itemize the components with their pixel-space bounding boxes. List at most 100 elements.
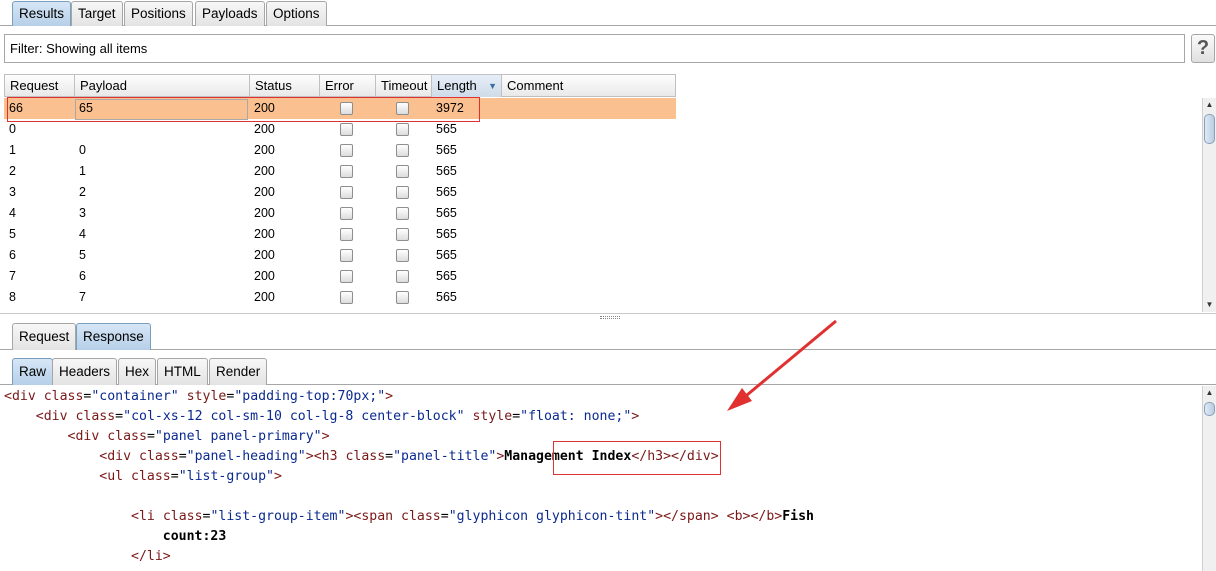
- column-header-comment[interactable]: Comment: [502, 75, 677, 97]
- code-line: <ul class="list-group">: [4, 467, 282, 487]
- tab-results[interactable]: Results: [12, 1, 72, 26]
- code-line: <div class="container" style="padding-to…: [4, 387, 393, 407]
- tab-payloads[interactable]: Payloads: [195, 1, 265, 26]
- cell-status: 200: [254, 227, 275, 241]
- code-token: <li: [131, 509, 163, 524]
- code-token: >: [273, 469, 282, 484]
- table-row[interactable]: 5 4 200 565: [4, 224, 676, 245]
- code-token: class: [401, 509, 441, 524]
- cell-payload: 0: [79, 143, 86, 157]
- scroll-down-arrow-icon[interactable]: ▼: [1203, 298, 1216, 312]
- cell-status: 200: [254, 206, 275, 220]
- tab-html[interactable]: HTML: [157, 358, 208, 385]
- code-token: "container": [91, 389, 179, 404]
- code-token: >: [385, 389, 394, 404]
- checkbox-timeout: [396, 228, 409, 241]
- tab-hex[interactable]: Hex: [118, 358, 157, 385]
- checkbox-error: [340, 291, 353, 304]
- cell-length: 3972: [436, 101, 464, 115]
- code-token: =: [170, 469, 179, 484]
- tab-raw[interactable]: Raw: [12, 358, 54, 385]
- code-token: style: [186, 389, 227, 404]
- code-token: "list-group": [178, 469, 274, 484]
- cell-status: 200: [254, 164, 275, 178]
- cell-status: 200: [254, 185, 275, 199]
- code-line: </li>: [4, 547, 171, 567]
- column-header-request[interactable]: Request: [5, 75, 75, 97]
- cell-status: 200: [254, 269, 275, 283]
- tab-headers[interactable]: Headers: [52, 358, 118, 385]
- code-token: >: [655, 509, 664, 524]
- scroll-up-arrow-icon[interactable]: ▲: [1203, 98, 1216, 112]
- table-row[interactable]: 66 65 200 3972: [4, 98, 676, 119]
- tab-options[interactable]: Options: [266, 1, 327, 26]
- table-row[interactable]: 0 200 565: [4, 119, 676, 140]
- code-token: =: [385, 449, 394, 464]
- code-line: count:23: [4, 527, 227, 547]
- code-token: class: [345, 449, 386, 464]
- table-row[interactable]: 2 1 200 565: [4, 161, 676, 182]
- checkbox-error: [340, 270, 353, 283]
- tab-positions[interactable]: Positions: [124, 1, 193, 26]
- response-vertical-scrollbar[interactable]: ▲: [1202, 386, 1216, 571]
- tab-request[interactable]: Request: [12, 323, 77, 350]
- code-token: Management Index: [504, 449, 632, 464]
- cell-payload: 2: [79, 185, 86, 199]
- table-row[interactable]: 1 0 200 565: [4, 140, 676, 161]
- table-row[interactable]: 8 7 200 565: [4, 287, 676, 308]
- cell-status: 200: [254, 290, 275, 304]
- view-tab-bar: Raw Headers Hex HTML Render: [0, 357, 1216, 385]
- cell-payload: 7: [79, 290, 86, 304]
- column-header-payload[interactable]: Payload: [75, 75, 250, 97]
- cell-request: 4: [9, 206, 16, 220]
- checkbox-error: [340, 123, 353, 136]
- code-token: Fish: [782, 509, 814, 524]
- tab-target[interactable]: Target: [71, 1, 123, 26]
- cell-request: 3: [9, 185, 16, 199]
- code-token: </h3>: [631, 449, 672, 464]
- code-line: <div class="col-xs-12 col-sm-10 col-lg-8…: [4, 407, 639, 427]
- table-row[interactable]: 6 5 200 565: [4, 245, 676, 266]
- filter-bar[interactable]: Filter: Showing all items: [4, 34, 1185, 63]
- table-row[interactable]: 4 3 200 565: [4, 203, 676, 224]
- code-token: =: [115, 409, 124, 424]
- code-token: <b>: [726, 509, 751, 524]
- code-token: class: [75, 409, 116, 424]
- cell-payload: 5: [79, 248, 86, 262]
- response-raw-viewer[interactable]: <div class="container" style="padding-to…: [0, 386, 1202, 571]
- splitter-grip-icon[interactable]: [600, 316, 620, 319]
- code-token: =: [178, 449, 187, 464]
- checkbox-timeout: [396, 207, 409, 220]
- tab-render[interactable]: Render: [209, 358, 268, 385]
- column-header-timeout[interactable]: Timeout: [376, 75, 432, 97]
- column-header-length[interactable]: Length ▼: [432, 75, 502, 97]
- cell-length: 565: [436, 143, 457, 157]
- pane-splitter[interactable]: [0, 313, 1216, 321]
- table-row[interactable]: 3 2 200 565: [4, 182, 676, 203]
- scrollbar-thumb[interactable]: [1204, 402, 1215, 416]
- checkbox-error: [340, 102, 353, 115]
- code-token: class: [131, 469, 171, 484]
- cell-length: 565: [436, 185, 457, 199]
- scroll-up-arrow-icon[interactable]: ▲: [1203, 386, 1216, 400]
- scrollbar-thumb[interactable]: [1204, 114, 1215, 144]
- column-header-error[interactable]: Error: [320, 75, 376, 97]
- column-header-length-label: Length: [437, 78, 477, 93]
- cell-payload: 6: [79, 269, 86, 283]
- checkbox-error: [340, 144, 353, 157]
- checkbox-error: [340, 249, 353, 262]
- table-row[interactable]: 7 6 200 565: [4, 266, 676, 287]
- table-vertical-scrollbar[interactable]: ▲ ▼: [1202, 98, 1216, 312]
- tab-response[interactable]: Response: [76, 323, 151, 350]
- checkbox-error: [340, 228, 353, 241]
- checkbox-timeout: [396, 249, 409, 262]
- column-header-status[interactable]: Status: [250, 75, 320, 97]
- checkbox-error: [340, 165, 353, 178]
- cell-length: 565: [436, 227, 457, 241]
- code-line: <div class="panel panel-primary">: [4, 427, 330, 447]
- help-button[interactable]: ?: [1191, 34, 1215, 63]
